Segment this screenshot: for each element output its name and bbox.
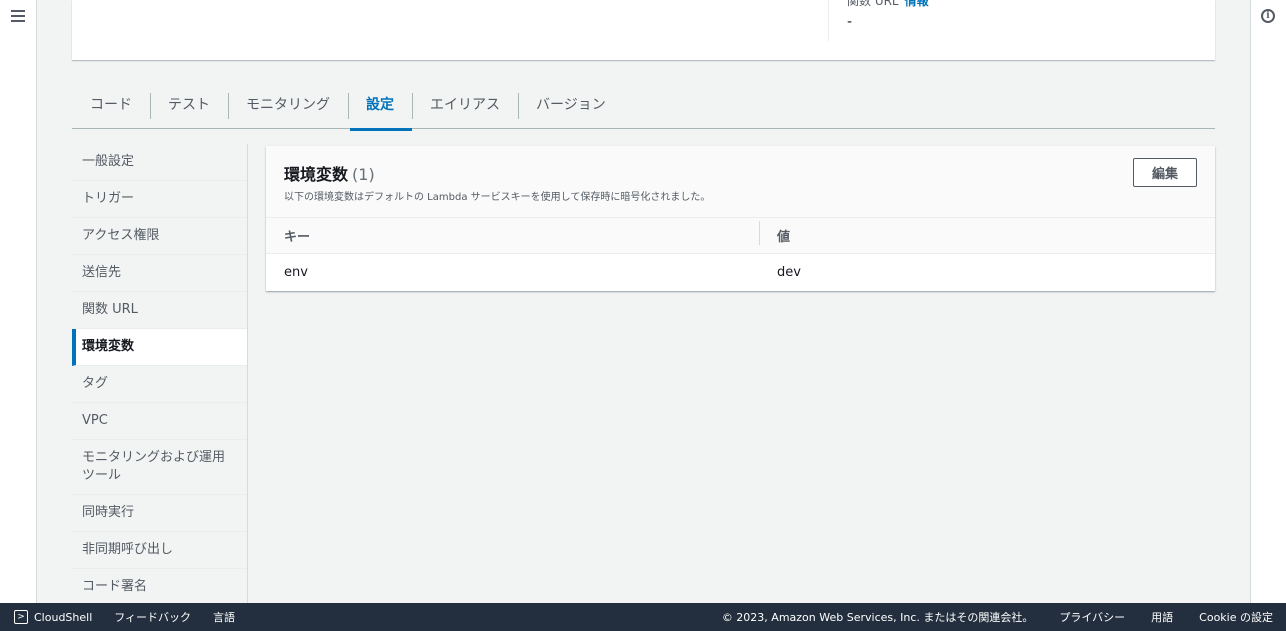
menu-icon[interactable] bbox=[11, 10, 25, 22]
tab-test[interactable]: テスト bbox=[150, 83, 228, 125]
sidenav-item-triggers[interactable]: トリガー bbox=[72, 181, 247, 218]
function-overview-card: 関数 URL 情報 - bbox=[72, 0, 1215, 60]
tab-configuration[interactable]: 設定 bbox=[348, 83, 412, 131]
configuration-side-nav: 一般設定 トリガー アクセス権限 送信先 関数 URL 環境変数 タグ VPC … bbox=[72, 144, 248, 603]
function-url-label: 関数 URL 情報 bbox=[847, 0, 929, 9]
sidenav-item-tags[interactable]: タグ bbox=[72, 366, 247, 403]
edit-button[interactable]: 編集 bbox=[1133, 158, 1197, 187]
function-tabs: コード テスト モニタリング 設定 エイリアス バージョン bbox=[72, 80, 1215, 131]
env-value-cell: dev bbox=[777, 264, 801, 280]
panel-description: 以下の環境変数はデフォルトの Lambda サービスキーを使用して保存時に暗号化… bbox=[284, 192, 711, 203]
tab-code[interactable]: コード bbox=[72, 83, 150, 125]
sidenav-item-monitoring-tools[interactable]: モニタリングおよび運用ツール bbox=[72, 440, 247, 495]
left-rail bbox=[0, 0, 37, 603]
right-rail: i bbox=[1250, 0, 1286, 603]
terms-link[interactable]: 用語 bbox=[1151, 609, 1173, 625]
sidenav-item-async-invocation[interactable]: 非同期呼び出し bbox=[72, 532, 247, 569]
divider bbox=[828, 0, 829, 41]
privacy-link[interactable]: プライバシー bbox=[1059, 609, 1125, 625]
sidenav-item-function-url[interactable]: 関数 URL bbox=[72, 292, 247, 329]
console-footer: > CloudShell フィードバック 言語 © 2023, Amazon W… bbox=[0, 603, 1286, 631]
footer-right: © 2023, Amazon Web Services, Inc. またはその関… bbox=[722, 609, 1286, 625]
sidenav-item-vpc[interactable]: VPC bbox=[72, 403, 247, 440]
feedback-link[interactable]: フィードバック bbox=[114, 609, 191, 625]
panel-title: 環境変数 (1) bbox=[284, 161, 1197, 185]
table-row: env dev bbox=[266, 254, 1215, 290]
copyright-text: © 2023, Amazon Web Services, Inc. またはその関… bbox=[721, 611, 1034, 624]
column-header-key: キー bbox=[284, 230, 311, 245]
environment-variables-panel: 環境変数 (1) 以下の環境変数はデフォルトの Lambda サービスキーを使用し… bbox=[266, 146, 1215, 291]
cloudshell-link[interactable]: CloudShell bbox=[34, 611, 92, 624]
tab-versions[interactable]: バージョン bbox=[518, 83, 624, 125]
info-icon[interactable]: i bbox=[1261, 9, 1275, 23]
sidenav-item-general[interactable]: 一般設定 bbox=[72, 144, 247, 181]
language-link[interactable]: 言語 bbox=[213, 609, 235, 625]
column-header-value: 値 bbox=[759, 221, 790, 245]
tab-aliases[interactable]: エイリアス bbox=[412, 83, 518, 125]
panel-count: (1) bbox=[352, 165, 375, 184]
sidenav-item-permissions[interactable]: アクセス権限 bbox=[72, 218, 247, 255]
sidenav-item-code-signing[interactable]: コード署名 bbox=[72, 569, 247, 603]
env-key-cell: env bbox=[284, 264, 308, 280]
panel-header: 環境変数 (1) 以下の環境変数はデフォルトの Lambda サービスキーを使用し… bbox=[266, 146, 1215, 218]
tab-monitoring[interactable]: モニタリング bbox=[228, 83, 348, 125]
panel-title-text: 環境変数 bbox=[284, 165, 349, 184]
table-header: キー 値 bbox=[266, 218, 1215, 254]
function-url-value: - bbox=[847, 14, 853, 30]
sidenav-item-environment-variables[interactable]: 環境変数 bbox=[72, 329, 247, 366]
sidenav-item-concurrency[interactable]: 同時実行 bbox=[72, 495, 247, 532]
sidenav-item-destinations[interactable]: 送信先 bbox=[72, 255, 247, 292]
cookie-settings-link[interactable]: Cookie の設定 bbox=[1199, 609, 1273, 625]
cloudshell-icon[interactable]: > bbox=[14, 610, 28, 624]
function-url-label-text: 関数 URL bbox=[847, 0, 899, 8]
function-url-info-link[interactable]: 情報 bbox=[905, 0, 929, 8]
